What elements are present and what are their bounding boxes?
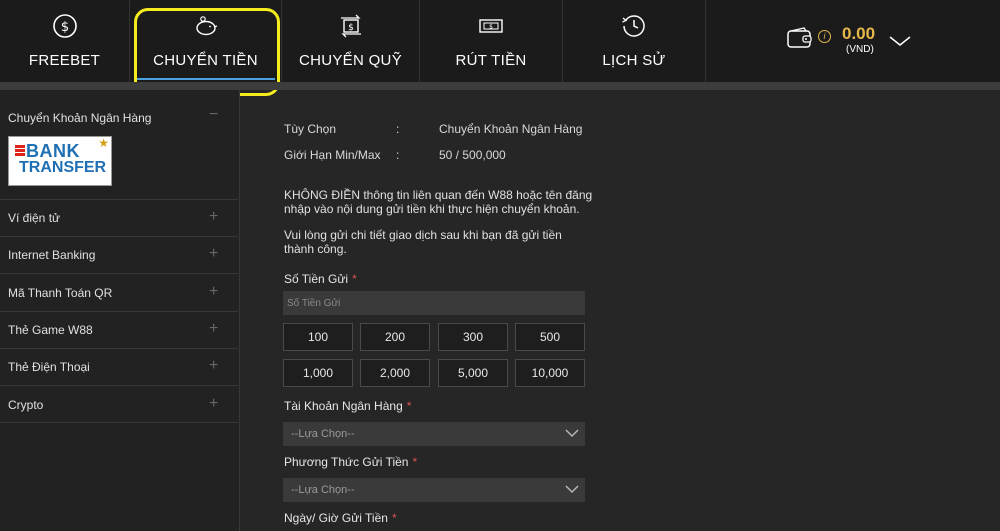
sidebar-item-label: Crypto [8, 398, 44, 412]
deposit-method-select[interactable]: --Lựa Chọn-- [283, 478, 585, 502]
amount-500-button[interactable]: 500 [515, 323, 585, 351]
limit-key: Giới Hạn Min/Max [284, 148, 381, 162]
sidebar-item-label: Chuyển Khoản Ngân Hàng [8, 111, 152, 125]
bank-account-label: Tài Khoản Ngân Hàng * [284, 399, 412, 413]
chevron-down-icon [565, 485, 579, 493]
expand-icon: + [209, 208, 219, 225]
tab-lich-su[interactable]: LỊCH SỬ [563, 0, 706, 82]
history-clock-icon [622, 15, 645, 37]
sidebar-item-phone-card[interactable]: Thẻ Điện Thoại + [0, 349, 238, 386]
sidebar-item-label: Thẻ Điện Thoại [8, 360, 90, 374]
sidebar-item-e-wallet[interactable]: Ví điện tử + [0, 200, 238, 237]
limit-value: 50 / 500,000 [439, 148, 506, 162]
dollar-coin-icon: $ [53, 14, 77, 38]
amount-300-button[interactable]: 300 [438, 323, 508, 351]
deposit-form: Tùy Chọn : Chuyển Khoản Ngân Hàng Giới H… [240, 90, 1000, 531]
warning-notice: KHÔNG ĐIỀN thông tin liên quan đến W88 h… [284, 188, 593, 216]
balance-currency: (VND) [846, 44, 874, 55]
expand-icon: + [209, 320, 219, 337]
amount-2000-button[interactable]: 2,000 [360, 359, 430, 387]
tab-freebet[interactable]: $ FREEBET [0, 0, 130, 82]
sidebar-item-internet-banking[interactable]: Internet Banking + [0, 237, 238, 274]
expand-icon: + [209, 395, 219, 412]
select-value: --Lựa Chọn-- [291, 428, 355, 440]
instruction-notice: Vui lòng gửi chi tiết giao dịch sau khi … [284, 228, 562, 256]
option-key: Tùy Chọn [284, 122, 337, 136]
amount-label: Số Tiền Gửi * [284, 272, 357, 286]
limit-sep: : [396, 148, 400, 162]
balance-amount: 0.00 [842, 24, 876, 43]
chevron-down-icon [565, 429, 579, 437]
sidebar-item-label: Mã Thanh Toán QR [8, 286, 113, 300]
expand-icon: + [209, 283, 219, 300]
amount-10000-button[interactable]: 10,000 [515, 359, 585, 387]
expand-icon: + [209, 245, 219, 262]
bank-account-select[interactable]: --Lựa Chọn-- [283, 422, 585, 446]
sidebar-item-qr[interactable]: Mã Thanh Toán QR + [0, 274, 238, 312]
collapse-icon[interactable]: − [209, 106, 218, 124]
amount-1000-button[interactable]: 1,000 [283, 359, 353, 387]
option-value: Chuyển Khoản Ngân Hàng [439, 122, 583, 136]
tab-chuyen-quy[interactable]: $ CHUYỂN QUỸ [282, 0, 420, 82]
top-nav: $ FREEBET CHUYỂN TIỀN $ CHUYỂN QUỸ $ RÚT… [0, 0, 1000, 82]
info-icon[interactable]: i [818, 30, 831, 43]
cash-withdraw-icon: $ [479, 19, 503, 33]
tab-label: FREEBET [28, 52, 101, 69]
logo-text-2: TRANSFER [19, 159, 107, 176]
tab-label: LỊCH SỬ [602, 52, 666, 69]
sidebar-item-crypto[interactable]: Crypto + [0, 386, 238, 423]
tab-label: CHUYỂN QUỸ [298, 52, 402, 69]
sidebar-item-game-card[interactable]: Thẻ Game W88 + [0, 312, 238, 349]
tab-chuyen-tien[interactable]: CHUYỂN TIỀN [130, 0, 282, 82]
logo-bars [15, 145, 25, 157]
nav-divider [0, 82, 1000, 90]
sidebar-item-label: Thẻ Game W88 [8, 323, 93, 337]
svg-text:$: $ [489, 24, 493, 31]
sidebar-item-label: Internet Banking [8, 248, 96, 262]
sidebar-item-label: Ví điện tử [8, 211, 61, 225]
option-sep: : [396, 122, 400, 136]
amount-5000-button[interactable]: 5,000 [438, 359, 508, 387]
chevron-down-icon[interactable] [888, 34, 912, 48]
svg-text:$: $ [348, 23, 354, 33]
select-value: --Lựa Chọn-- [291, 484, 355, 496]
wallet-icon[interactable] [786, 26, 814, 50]
bank-transfer-logo[interactable]: BANK TRANSFER ★ [8, 136, 112, 186]
payment-method-sidebar: Chuyển Khoản Ngân Hàng − BANK TRANSFER ★… [0, 90, 240, 531]
amount-input[interactable] [283, 291, 585, 315]
amount-100-button[interactable]: 100 [283, 323, 353, 351]
tab-label: CHUYỂN TIỀN [153, 52, 258, 69]
deposit-datetime-label: Ngày/ Giờ Gửi Tiền * [284, 511, 397, 525]
star-icon: ★ [98, 136, 109, 150]
deposit-method-label: Phương Thức Gửi Tiền * [284, 455, 418, 469]
expand-icon: + [209, 357, 219, 374]
piggy-bank-icon [196, 16, 218, 36]
sidebar-item-bank-transfer[interactable]: Chuyển Khoản Ngân Hàng − BANK TRANSFER ★ [0, 90, 238, 200]
tab-label: RÚT TIỀN [455, 52, 527, 69]
transfer-icon: $ [341, 14, 361, 38]
tab-rut-tien[interactable]: $ RÚT TIỀN [420, 0, 563, 82]
svg-text:$: $ [61, 20, 69, 35]
amount-200-button[interactable]: 200 [360, 323, 430, 351]
